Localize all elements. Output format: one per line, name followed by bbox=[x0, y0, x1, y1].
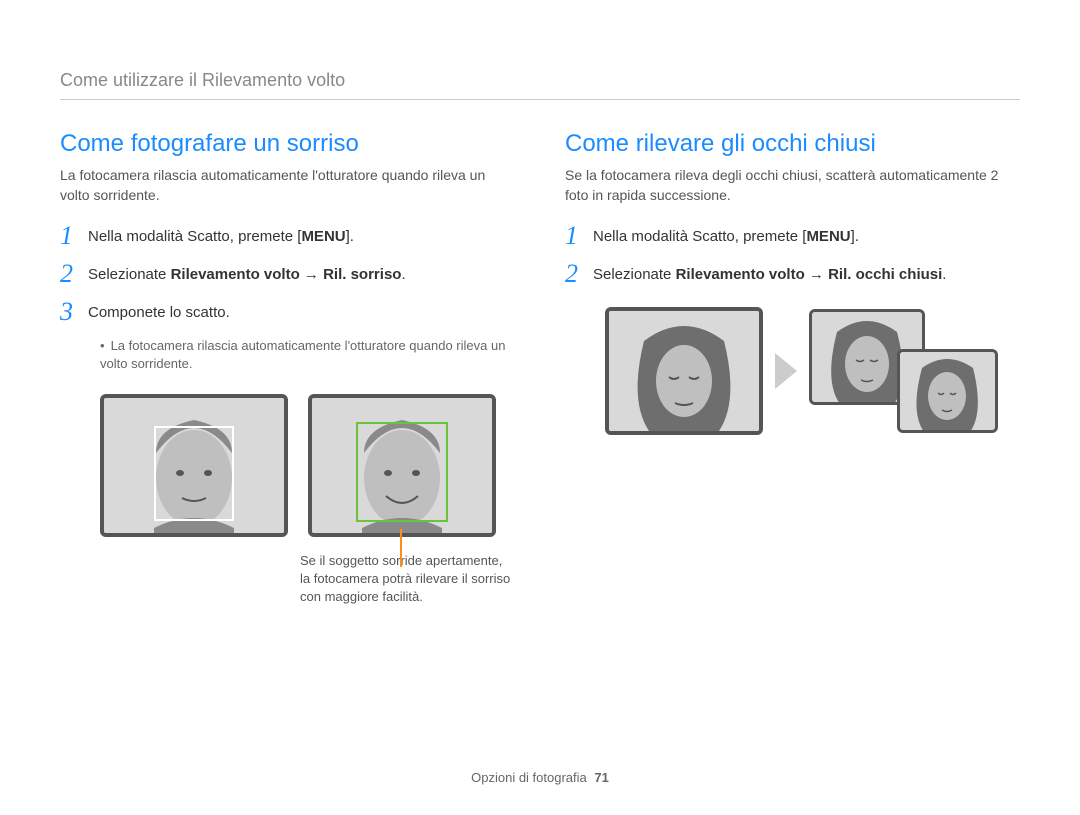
callout-caption: Se il soggetto sorride apertamente, la f… bbox=[300, 552, 515, 607]
footer-page-number: 71 bbox=[594, 770, 608, 785]
menu-label: MENU bbox=[301, 226, 345, 249]
page-container: Come utilizzare il Rilevamento volto Com… bbox=[0, 0, 1080, 815]
step-text-pre: Selezionate bbox=[593, 266, 676, 283]
content-columns: Come fotografare un sorriso La fotocamer… bbox=[60, 130, 1020, 606]
step-2-right: 2 Selezionate Rilevamento volto → Ril. o… bbox=[565, 261, 1020, 287]
burst-group bbox=[809, 309, 998, 433]
step-text-post: . bbox=[942, 266, 946, 283]
step-number: 2 bbox=[60, 261, 88, 287]
face-frame-green bbox=[356, 422, 448, 522]
intro-eyes: Se la fotocamera rileva degli occhi chiu… bbox=[565, 166, 1020, 205]
step-text: Selezionate Rilevamento volto → Ril. occ… bbox=[593, 261, 946, 287]
face-frame-white bbox=[154, 426, 234, 521]
column-right: Come rilevare gli occhi chiusi Se la fot… bbox=[565, 130, 1020, 606]
step-number: 3 bbox=[60, 299, 88, 325]
step-text: Nella modalità Scatto, premete [MENU]. bbox=[88, 223, 354, 249]
section-title-eyes: Come rilevare gli occhi chiusi bbox=[565, 130, 1020, 158]
step-2-left: 2 Selezionate Rilevamento volto → Ril. s… bbox=[60, 261, 515, 287]
step-number: 1 bbox=[60, 223, 88, 249]
step-text: Componete lo scatto. bbox=[88, 299, 230, 325]
section-title-smile: Come fotografare un sorriso bbox=[60, 130, 515, 158]
thumbnail-row-eyes bbox=[605, 307, 1020, 435]
intro-smile: La fotocamera rilascia automaticamente l… bbox=[60, 166, 515, 205]
face-illustration bbox=[609, 311, 759, 431]
step-3-left: 3 Componete lo scatto. bbox=[60, 299, 515, 325]
menu-label: MENU bbox=[806, 226, 850, 249]
step-1-right: 1 Nella modalità Scatto, premete [MENU]. bbox=[565, 223, 1020, 249]
bullet-note: La fotocamera rilascia automaticamente l… bbox=[100, 337, 515, 373]
step-number: 2 bbox=[565, 261, 593, 287]
thumbnail-row-smile bbox=[100, 394, 515, 537]
step-1-left: 1 Nella modalità Scatto, premete [MENU]. bbox=[60, 223, 515, 249]
callout-line bbox=[400, 529, 402, 567]
column-left: Come fotografare un sorriso La fotocamer… bbox=[60, 130, 515, 606]
step-text-post: ]. bbox=[851, 228, 859, 245]
face-illustration bbox=[900, 352, 995, 430]
step-text: Selezionate Rilevamento volto → Ril. sor… bbox=[88, 261, 406, 287]
step-text-bold: Rilevamento volto → Ril. sorriso bbox=[171, 266, 402, 283]
step-text-pre: Nella modalità Scatto, premete [ bbox=[88, 228, 301, 245]
arrow-icon bbox=[775, 353, 797, 389]
thumbnail-burst-2 bbox=[897, 349, 998, 433]
footer-section: Opzioni di fotografia bbox=[471, 770, 587, 785]
step-number: 1 bbox=[565, 223, 593, 249]
step-text-post: . bbox=[401, 266, 405, 283]
step-text-pre: Selezionate bbox=[88, 266, 171, 283]
step-text-pre: Nella modalità Scatto, premete [ bbox=[593, 228, 806, 245]
page-footer: Opzioni di fotografia 71 bbox=[0, 770, 1080, 785]
thumbnail-neutral bbox=[100, 394, 288, 537]
thumbnail-eyes-closed bbox=[605, 307, 763, 435]
step-text: Nella modalità Scatto, premete [MENU]. bbox=[593, 223, 859, 249]
step-text-bold: Rilevamento volto → Ril. occhi chiusi bbox=[676, 266, 943, 283]
step-text-post: ]. bbox=[346, 228, 354, 245]
page-header: Come utilizzare il Rilevamento volto bbox=[60, 70, 1020, 91]
thumbnail-smiling bbox=[308, 394, 496, 537]
header-divider bbox=[60, 99, 1020, 100]
